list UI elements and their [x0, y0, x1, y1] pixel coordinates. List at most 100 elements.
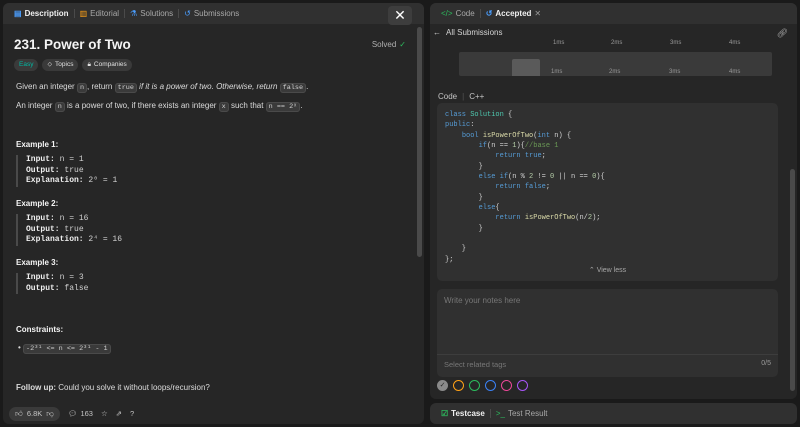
text: such that [228, 101, 266, 110]
close-icon[interactable]: ✕ [534, 9, 541, 18]
tags-select[interactable]: Select related tags [444, 360, 506, 369]
problem-title: 231. Power of Two [14, 37, 131, 52]
left-tabbar: ▤ Description ▥ Editorial ⚗ Solutions ↺ … [3, 3, 424, 25]
notes-box[interactable]: Write your notes here Select related tag… [437, 289, 778, 377]
arrow-left-icon: ← [433, 28, 441, 37]
text: An integer [16, 101, 55, 110]
example-input: Input: n = 1 [26, 155, 117, 166]
tab-label: Code [455, 9, 475, 18]
tab-description[interactable]: ▤ Description [9, 3, 74, 24]
chip-label: Companies [93, 61, 127, 68]
inline-code: n [54, 102, 65, 112]
example-block: Input: n = 1 Output: true Explanation: 2… [16, 155, 117, 187]
submission-panel: </> Code ↺ Accepted ✕ ← All Submissions … [430, 3, 797, 399]
example-heading: Example 1: [16, 140, 59, 149]
tab-solutions[interactable]: ⚗ Solutions [125, 3, 178, 24]
inline-code: n == 2ˣ [265, 102, 301, 112]
value: true [64, 224, 84, 234]
tab-label: Editorial [90, 9, 120, 18]
note-color-picker: ✓ [437, 380, 528, 391]
inline-code: false [279, 83, 307, 93]
label: Input: [26, 273, 55, 282]
link-icon[interactable]: 🔗︎ [777, 28, 788, 39]
close-button[interactable]: ✕ [388, 6, 412, 25]
scrollbar[interactable] [417, 27, 422, 257]
thumbs-down-icon[interactable]: 👎︎ [46, 409, 54, 419]
all-submissions-link[interactable]: ← All Submissions [433, 28, 502, 37]
text: . [300, 101, 303, 110]
tab-label: Accepted [495, 9, 532, 18]
color-swatch-orange[interactable] [453, 380, 464, 391]
scrollbar[interactable] [790, 169, 795, 391]
runtime-axis-label: 2ms [611, 40, 623, 46]
tab-code[interactable]: </> Code [436, 3, 480, 24]
example-output: Output: true [26, 166, 117, 177]
runtime-axis-label: 1ms [553, 40, 565, 46]
testcase-tabbar: ☑ Testcase >_ Test Result [430, 403, 797, 424]
color-swatch-blue[interactable] [485, 380, 496, 391]
example-input: Input: n = 3 [26, 273, 88, 284]
value: false [64, 283, 89, 293]
code-icon: </> [441, 8, 453, 18]
color-swatch-purple[interactable] [517, 380, 528, 391]
value: 2⁰ = 1 [88, 176, 118, 185]
value: n = 3 [59, 273, 84, 282]
tab-accepted[interactable]: ↺ Accepted ✕ [481, 3, 546, 24]
comments-button[interactable]: 💬︎ 163 [68, 409, 93, 418]
divider [437, 354, 778, 355]
example-block: Input: n = 16 Output: true Explanation: … [16, 214, 122, 246]
constraints-heading: Constraints: [16, 325, 64, 334]
check-circle-icon: ✓ [399, 40, 406, 49]
history-icon: ↺ [485, 8, 493, 18]
view-less-button[interactable]: ⌃ View less [437, 266, 778, 274]
text: is a power of two, if there exists an in… [64, 101, 219, 110]
chevrons-up-icon: ⌃ [588, 267, 595, 274]
label: Input: [26, 155, 55, 164]
color-swatch-gray[interactable]: ✓ [437, 380, 448, 391]
companies-chip[interactable]: 🔒︎ Companies [82, 59, 132, 71]
inline-code: true [114, 83, 137, 93]
value: true [64, 165, 84, 175]
tab-test-result[interactable]: >_ Test Result [491, 403, 553, 424]
star-icon[interactable]: ☆ [101, 409, 108, 418]
label: Follow up: [16, 383, 56, 392]
code-language-row: Code | C++ [438, 92, 484, 101]
language-label: C++ [469, 92, 485, 101]
notes-input[interactable]: Write your notes here [444, 296, 520, 305]
runtime-axis-label: 3ms [669, 69, 681, 75]
code-viewer[interactable]: class Solution { public: bool isPowerOfT… [437, 103, 778, 281]
share-icon[interactable]: ⇗ [116, 409, 122, 418]
example-output: Output: false [26, 284, 88, 295]
topics-chip[interactable]: ⬦ Topics [42, 59, 79, 71]
runtime-bar[interactable] [512, 59, 540, 76]
difficulty-badge: Easy [14, 59, 39, 71]
value: n = 16 [59, 214, 89, 223]
solutions-icon: ⚗ [130, 8, 138, 18]
constraint-item: • -2³¹ <= n <= 2³¹ - 1 [18, 343, 111, 354]
thumbs-up-icon[interactable]: 👍︎ [15, 409, 23, 419]
example-heading: Example 2: [16, 199, 59, 208]
problem-chips: Easy ⬦ Topics 🔒︎ Companies [14, 59, 132, 71]
tag-icon: ⬦ [47, 61, 53, 68]
tab-testcase[interactable]: ☑ Testcase [436, 403, 490, 424]
tab-label: Testcase [451, 409, 485, 418]
help-icon[interactable]: ? [130, 409, 134, 418]
label: Output: [26, 165, 60, 175]
text: if it is a power of two. Otherwise, retu… [136, 82, 280, 91]
text: , return [87, 82, 115, 91]
code-label: Code [438, 92, 458, 101]
inline-code: -2³¹ <= n <= 2³¹ - 1 [23, 344, 111, 354]
example-heading: Example 3: [16, 258, 59, 267]
history-icon: ↺ [184, 8, 191, 18]
tab-submissions[interactable]: ↺ Submissions [179, 3, 244, 24]
chip-label: Topics [55, 61, 74, 68]
view-less-label: View less [596, 267, 627, 274]
color-swatch-pink[interactable] [501, 380, 512, 391]
lock-icon: 🔒︎ [87, 61, 91, 68]
tab-editorial[interactable]: ▥ Editorial [75, 3, 124, 24]
solved-status: Solved ✓ [372, 40, 406, 49]
example-explanation: Explanation: 2⁰ = 1 [26, 176, 117, 187]
description-para-2: An integer n is a power of two, if there… [16, 101, 303, 112]
problem-footer: 👍︎ 6.8K 👎︎ 💬︎ 163 ☆ ⇗ ? [3, 403, 424, 424]
color-swatch-green[interactable] [469, 380, 480, 391]
